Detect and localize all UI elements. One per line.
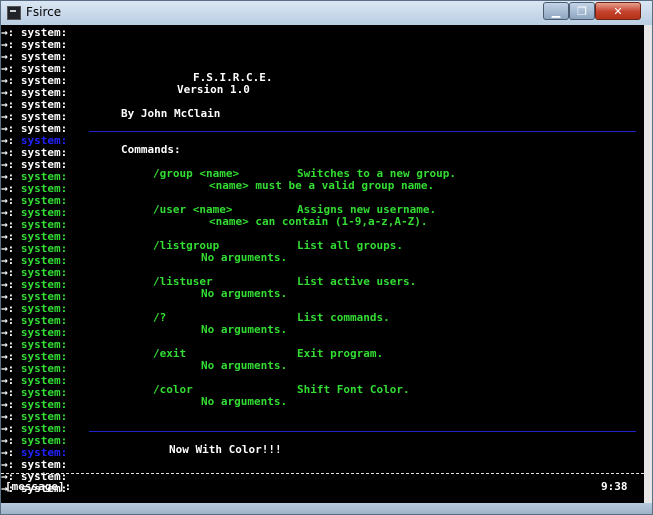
window-bottom-edge [1,503,652,514]
command-name: /color [153,383,193,396]
command-detail: No arguments. [201,395,288,408]
command-name: /exit [153,347,187,360]
window-title: Fsirce [26,5,62,19]
command-description: List commands. [297,311,390,324]
divider-top [89,131,636,132]
command-description: List active users. [297,275,417,288]
close-button[interactable]: ✕ [595,2,641,20]
command-description: Shift Font Color. [297,383,410,396]
command-detail: <name> can contain (1-9,a-z,A-Z). [209,215,428,228]
input-separator [1,473,644,474]
console-app-icon [7,6,21,20]
app-window: Fsirce ▁ ❐ ✕ →: system: →: system: →: syst… [0,0,653,515]
console-output: →: system: →: system: →: system: →: system:… [1,25,644,503]
command-detail: No arguments. [201,251,288,264]
maximize-button[interactable]: ❐ [569,2,595,20]
scrollbar[interactable] [644,25,652,503]
commands-heading: Commands: [121,143,181,156]
app-version: Version 1.0 [177,83,250,96]
command-detail: No arguments. [201,359,288,372]
clock: 9:38 [601,480,628,493]
command-detail: <name> must be a valid group name. [209,179,435,192]
command-description: List all groups. [297,239,403,252]
message-input[interactable] [83,479,593,495]
minimize-button[interactable]: ▁ [543,2,569,20]
title-bar[interactable]: Fsirce ▁ ❐ ✕ [1,1,652,25]
command-detail: No arguments. [201,287,288,300]
divider-bottom [89,431,636,432]
app-author: By John McClain [121,107,221,120]
footer-text: Now With Color!!! [169,443,282,456]
command-name: /? [153,311,167,324]
command-detail: No arguments. [201,323,288,336]
command-description: Exit program. [297,347,384,360]
message-label: [message]: [5,480,72,493]
